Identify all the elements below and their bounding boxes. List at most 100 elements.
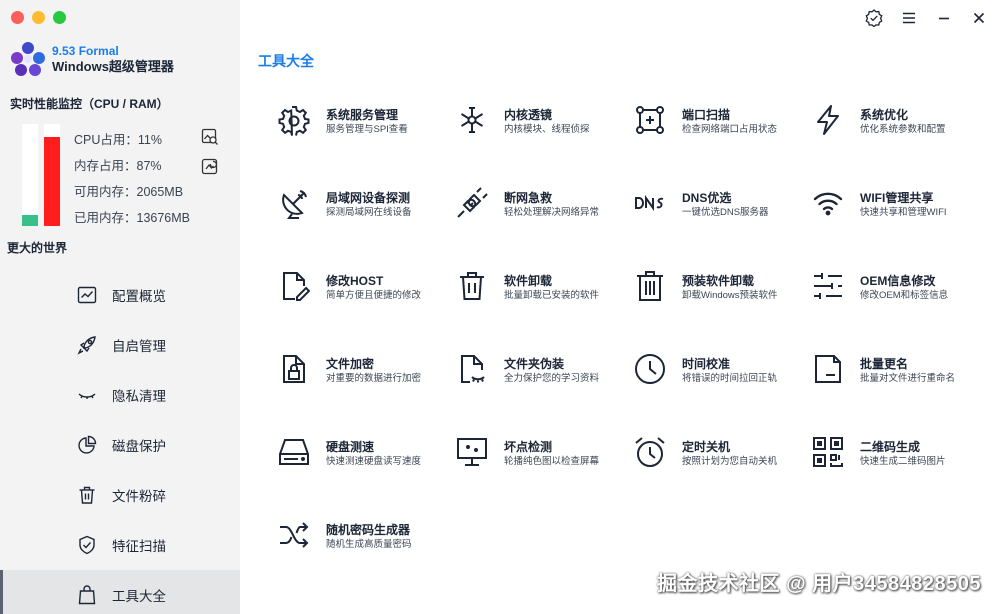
sidebar-item-autostart[interactable]: 自启管理: [0, 320, 240, 370]
molecule-icon: [460, 107, 484, 133]
badge-check-icon: [865, 9, 883, 27]
sidebar-item-privacy[interactable]: 隐私清理: [0, 370, 240, 420]
tool-oem-edit[interactable]: OEM信息修改 修改OEM和标签信息: [812, 270, 990, 310]
image-refresh-icon[interactable]: [201, 158, 219, 176]
tool-lan-detect[interactable]: 局域网设备探测 探测局域网在线设备: [278, 187, 456, 227]
sidebar-item-shredder[interactable]: 文件粉碎: [0, 470, 240, 520]
sidebar-nav: 配置概览 自启管理 隐私清理 磁盘保护 文件粉碎 特征扫描 工具大全: [0, 270, 240, 614]
stat-cpu: CPU占用：11%: [74, 133, 162, 147]
tool-subtitle: 批量对文件进行重命名: [860, 373, 956, 384]
tool-title: 端口扫描: [682, 108, 731, 122]
sidebar-item-toolbox[interactable]: 工具大全: [0, 570, 240, 614]
tool-subtitle: 卸载Windows预装软件: [682, 290, 778, 301]
tool-qrcode[interactable]: 二维码生成 快速生成二维码图片: [812, 436, 990, 476]
shield-icon: [79, 535, 95, 555]
tool-scheduled-shutdown[interactable]: 定时关机 按照计划为您自动关机: [634, 436, 812, 476]
eye-closed-icon: [78, 393, 96, 399]
hidden-file-icon: [461, 355, 485, 383]
tool-software-uninstall[interactable]: 软件卸载 批量卸载已安装的软件: [456, 270, 634, 310]
rename-icon: [815, 355, 841, 383]
tool-title: 二维码生成: [860, 440, 921, 454]
tool-disk-speed[interactable]: 硬盘测速 快速测速硬盘读写速度: [278, 436, 456, 476]
sidebar-item-label: 磁盘保护: [112, 439, 166, 454]
app-logo-icon: [11, 42, 45, 76]
tool-title: 软件卸载: [504, 274, 553, 288]
close-icon: [973, 12, 985, 24]
lock-file-icon: [283, 355, 305, 383]
sidebar-item-overview[interactable]: 配置概览: [0, 270, 240, 320]
window-controls: [11, 11, 66, 24]
tool-port-scan[interactable]: 端口扫描 检查网络端口占用状态: [634, 104, 812, 144]
tool-subtitle: 对重要的数据进行加密: [326, 373, 422, 384]
tool-title: 内核透镜: [504, 108, 553, 122]
tool-subtitle: 轮播纯色图以检查屏幕: [504, 456, 600, 467]
tool-edit-host[interactable]: 修改HOST 简单方便且便捷的修改: [278, 270, 456, 310]
tool-file-encrypt[interactable]: 文件加密 对重要的数据进行加密: [278, 353, 456, 393]
plug-icon: [457, 187, 488, 218]
tool-title: 随机密码生成器: [326, 523, 411, 537]
menu-button[interactable]: [897, 8, 921, 28]
tool-subtitle: 简单方便且便捷的修改: [326, 290, 422, 301]
tool-wifi-share[interactable]: WIFI管理共享 快速共享和管理WIFI: [812, 187, 990, 227]
bolt-icon: [817, 105, 839, 135]
tool-title: 文件夹伪装: [504, 357, 565, 371]
app-version: 9.53 Formal: [52, 43, 119, 58]
tool-title: 定时关机: [682, 440, 731, 454]
stat-free-memory: 可用内存：2065MB: [74, 185, 184, 199]
rocket-icon: [77, 336, 96, 355]
cpu-usage-fill: [22, 214, 38, 226]
verified-button[interactable]: [862, 8, 886, 28]
tool-title: DNS优选: [682, 191, 732, 205]
tool-network-rescue[interactable]: 断网急救 轻松处理解决网络异常: [456, 187, 634, 227]
close-button[interactable]: [967, 8, 991, 28]
tagline: 更大的世界: [7, 241, 68, 255]
tool-password-generator[interactable]: 随机密码生成器 随机生成高质量密码: [278, 519, 456, 559]
tool-folder-disguise[interactable]: 文件夹伪装 全力保护您的学习资料: [456, 353, 634, 393]
trash-icon: [460, 272, 484, 300]
cpu-usage-bar: [22, 124, 38, 226]
minimize-button[interactable]: [932, 8, 956, 28]
sidebar: 9.53 Formal Windows超级管理器 实时性能监控（CPU / RA…: [0, 0, 240, 614]
tool-system-optimize[interactable]: 系统优化 优化系统参数和配置: [812, 104, 990, 144]
tool-title: WIFI管理共享: [860, 191, 934, 205]
port-icon: [636, 106, 664, 134]
tool-subtitle: 一键优选DNS服务器: [682, 207, 769, 218]
tool-subtitle: 随机生成高质量密码: [326, 539, 412, 550]
pie-icon: [78, 435, 97, 454]
minimize-window-button[interactable]: [32, 11, 45, 24]
tool-system-service[interactable]: 系统服务管理 服务管理与SPI查看: [278, 104, 456, 144]
tool-title: 系统服务管理: [326, 108, 399, 122]
shuffle-icon: [280, 522, 309, 548]
stat-used-memory: 已用内存：13676MB: [74, 211, 191, 225]
tool-dead-pixel[interactable]: 坏点检测 轮播纯色图以检查屏幕: [456, 436, 634, 476]
tool-title: 时间校准: [682, 357, 731, 371]
tool-title: 文件加密: [326, 357, 375, 371]
tool-title: 局域网设备探测: [326, 191, 411, 205]
image-search-icon[interactable]: [201, 128, 219, 146]
tool-title: 修改HOST: [326, 274, 384, 288]
dns-icon: [635, 194, 664, 212]
alarm-icon: [635, 437, 665, 467]
menu-icon: [903, 12, 915, 24]
trash-bin-icon: [637, 271, 663, 301]
tool-subtitle: 按照计划为您自动关机: [682, 456, 778, 467]
disk-icon: [279, 439, 309, 465]
tool-kernel-lens[interactable]: 内核透镜 内核模块、线程侦探: [456, 104, 634, 144]
tool-subtitle: 探测局域网在线设备: [326, 207, 412, 218]
minimize-icon: [939, 17, 949, 20]
tool-batch-rename[interactable]: 批量更名 批量对文件进行重命名: [812, 353, 990, 393]
qrcode-icon: [813, 437, 843, 467]
tool-title: 断网急救: [504, 191, 553, 205]
tool-preinstall-uninstall[interactable]: 预装软件卸载 卸载Windows预装软件: [634, 270, 812, 310]
tool-dns-select[interactable]: DNS优选 一键优选DNS服务器: [634, 187, 812, 227]
ram-usage-bar: [44, 124, 60, 226]
sidebar-item-scan[interactable]: 特征扫描: [0, 520, 240, 570]
gear-icon: [278, 106, 310, 136]
monitor-icon: [457, 438, 487, 466]
maximize-window-button[interactable]: [53, 11, 66, 24]
close-window-button[interactable]: [11, 11, 24, 24]
tool-time-sync[interactable]: 时间校准 将错误的时间拉回正轨: [634, 353, 812, 393]
sidebar-item-disk-protect[interactable]: 磁盘保护: [0, 420, 240, 470]
chart-icon: [77, 286, 97, 304]
sidebar-item-label: 特征扫描: [112, 539, 166, 554]
